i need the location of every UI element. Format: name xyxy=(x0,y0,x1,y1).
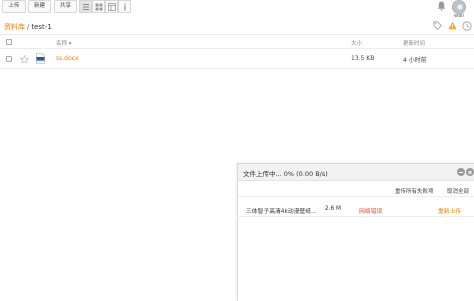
upload-progress-panel: 文件上传中... 0% (0.00 B/s) 重传所有失败项 取消全部 xyxy=(237,163,474,301)
avatar[interactable] xyxy=(452,0,466,14)
divider xyxy=(0,34,474,35)
divider xyxy=(237,216,474,217)
upload-panel-header: 文件上传中... 0% (0.00 B/s) xyxy=(238,164,474,181)
breadcrumb-current: test-1 xyxy=(31,23,52,31)
upload-status-error: 网络错误 xyxy=(359,209,383,215)
column-view-icon[interactable] xyxy=(105,0,118,13)
reupload-button[interactable]: 重新上传 xyxy=(438,206,461,215)
new-button[interactable]: 新建 xyxy=(28,0,51,13)
info-icon[interactable] xyxy=(118,0,131,13)
file-modified-time: 4 小时前 xyxy=(403,57,427,64)
upload-panel-title: 文件上传中... 0% (0.00 B/s) xyxy=(243,170,328,178)
cancel-all-button[interactable]: 取消全部 xyxy=(447,187,469,195)
minimize-icon[interactable] xyxy=(457,168,465,176)
breadcrumb-separator: / xyxy=(27,23,30,31)
upload-file-name: 三体智子高清4k动漫壁纸... xyxy=(246,209,317,215)
share-button[interactable]: 共享 xyxy=(54,0,77,13)
file-name-link[interactable]: ss.docx xyxy=(56,55,79,62)
close-icon[interactable] xyxy=(466,168,474,176)
upload-file-size: 2.6 M xyxy=(325,206,342,212)
retry-all-failed-button[interactable]: 重传所有失败项 xyxy=(395,187,434,195)
grid-view-icon[interactable] xyxy=(92,0,105,13)
size-column-header[interactable]: 大小 xyxy=(351,39,362,47)
file-browser: 上传 新建 共享 wali 资料库 / test-1 名称 ▾ 大小 更新时间 … xyxy=(0,0,474,301)
sort-desc-icon: ▾ xyxy=(68,41,72,47)
word-document-icon xyxy=(36,53,45,64)
bell-icon[interactable] xyxy=(437,1,446,11)
list-view-icon[interactable] xyxy=(79,0,92,13)
divider xyxy=(238,196,474,197)
breadcrumb: 资料库 / test-1 xyxy=(4,22,52,32)
file-size: 13.5 KB xyxy=(351,55,375,62)
avatar-label: wali xyxy=(454,13,464,19)
tag-icon[interactable] xyxy=(433,21,442,30)
warning-icon[interactable] xyxy=(448,21,457,30)
divider xyxy=(0,68,474,69)
modified-column-header[interactable]: 更新时间 xyxy=(403,39,425,47)
breadcrumb-root-link[interactable]: 资料库 xyxy=(4,23,25,31)
divider xyxy=(0,48,474,49)
toolbar: 上传 新建 共享 wali xyxy=(0,0,474,19)
star-icon[interactable] xyxy=(20,55,29,64)
name-column-header[interactable]: 名称 ▾ xyxy=(56,39,72,47)
upload-button[interactable]: 上传 xyxy=(2,0,26,13)
row-checkbox[interactable] xyxy=(6,56,12,62)
history-icon[interactable] xyxy=(462,21,472,31)
select-all-checkbox[interactable] xyxy=(6,39,12,45)
